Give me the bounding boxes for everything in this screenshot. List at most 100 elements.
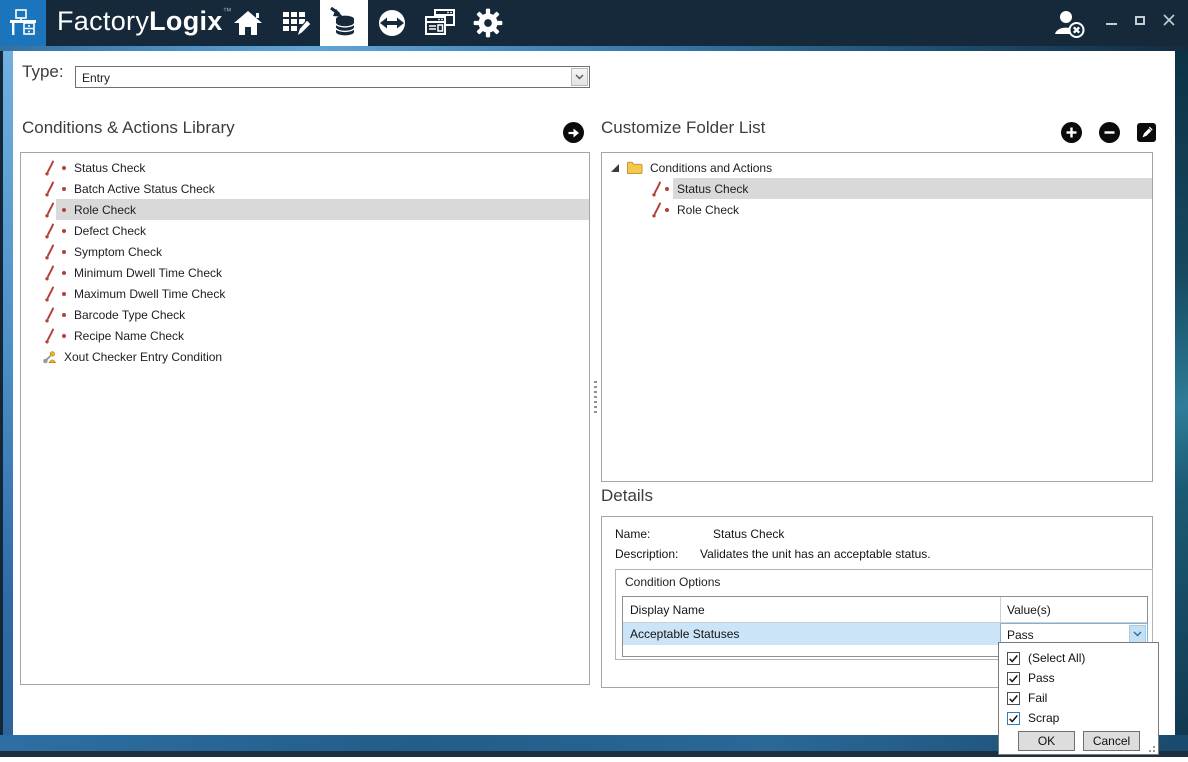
main-content: Type: Entry Conditions & Actions Library… [13, 51, 1175, 735]
list-item[interactable]: Recipe Name Check [21, 325, 589, 346]
main-nav [224, 0, 512, 46]
list-item-selected[interactable]: Role Check [21, 199, 589, 220]
description-value: Validates the unit has an acceptable sta… [700, 547, 931, 561]
bullet-icon [62, 271, 66, 275]
value-multiselect-popup: (Select All) Pass Fail Scrap OK Cancel [998, 642, 1159, 755]
conditions-library-list: Status Check Batch Active Status Check R… [20, 152, 590, 685]
settings-gear-icon[interactable] [464, 0, 512, 46]
add-to-folder-arrow-button[interactable] [563, 122, 584, 143]
app-title: FactoryLogix™ [57, 6, 232, 37]
home-icon[interactable] [224, 0, 272, 46]
list-item-label: Role Check [74, 203, 136, 217]
value-combo-text: Pass [1007, 628, 1034, 642]
minimize-icon[interactable] [1105, 14, 1117, 26]
remove-folder-button[interactable] [1099, 122, 1120, 143]
condition-icon [43, 223, 56, 239]
list-item[interactable]: Symptom Check [21, 241, 589, 262]
list-item[interactable]: Status Check [21, 157, 589, 178]
option-label: Fail [1028, 691, 1047, 705]
list-item-label: Batch Active Status Check [74, 182, 215, 196]
condition-icon [43, 328, 56, 344]
custom-condition-icon [43, 349, 56, 365]
list-item[interactable]: Defect Check [21, 220, 589, 241]
ok-button[interactable]: OK [1018, 731, 1075, 751]
condition-icon [43, 202, 56, 218]
folder-icon [626, 161, 643, 175]
option-display-name: Acceptable Statuses [630, 627, 739, 641]
bullet-icon [62, 292, 66, 296]
bullet-icon [62, 208, 66, 212]
tree-node-label: Status Check [677, 182, 748, 196]
add-folder-button[interactable] [1061, 122, 1082, 143]
option-fail[interactable]: Fail [1007, 688, 1047, 708]
cancel-button[interactable]: Cancel [1083, 731, 1140, 751]
folder-panel-title: Customize Folder List [601, 118, 765, 138]
data-transfer-icon[interactable] [368, 0, 416, 46]
option-select-all[interactable]: (Select All) [1007, 648, 1085, 668]
condition-icon [43, 181, 56, 197]
chevron-down-icon[interactable] [571, 68, 588, 86]
list-item[interactable]: Minimum Dwell Time Check [21, 262, 589, 283]
bullet-icon [665, 208, 669, 212]
list-item-label: Recipe Name Check [74, 329, 184, 343]
tree-node[interactable]: Role Check [602, 199, 1152, 220]
list-item-label: Maximum Dwell Time Check [74, 287, 225, 301]
type-label: Type: [22, 62, 64, 82]
checkbox-checked-icon[interactable] [1007, 652, 1020, 665]
table-header: Display Name Value(s) [623, 597, 1147, 623]
panel-splitter-grip[interactable] [594, 381, 597, 414]
column-values: Value(s) [1007, 603, 1051, 617]
checkbox-checked-icon[interactable] [1007, 692, 1020, 705]
documents-icon[interactable] [416, 0, 464, 46]
tree-node-root[interactable]: Conditions and Actions [602, 157, 1152, 178]
option-scrap[interactable]: Scrap [1007, 708, 1059, 728]
checkbox-checked-icon[interactable] [1007, 672, 1020, 685]
details-panel-title: Details [601, 486, 653, 506]
edit-folder-button[interactable] [1137, 123, 1156, 142]
planning-grid-icon[interactable] [272, 0, 320, 46]
condition-icon [43, 244, 56, 260]
condition-options-title: Condition Options [625, 575, 720, 589]
list-item[interactable]: Xout Checker Entry Condition [21, 346, 589, 367]
condition-icon [650, 202, 663, 218]
folder-tree: Conditions and Actions Status Check Role… [601, 152, 1153, 482]
bullet-icon [62, 229, 66, 233]
list-item-label: Minimum Dwell Time Check [74, 266, 222, 280]
list-item-label: Status Check [74, 161, 145, 175]
list-item[interactable]: Barcode Type Check [21, 304, 589, 325]
bullet-icon [62, 334, 66, 338]
bullet-icon [62, 313, 66, 317]
option-label: Scrap [1028, 711, 1059, 725]
library-panel-title: Conditions & Actions Library [22, 118, 235, 138]
name-label: Name: [615, 527, 650, 541]
maximize-icon[interactable] [1134, 14, 1146, 26]
list-item-label: Xout Checker Entry Condition [64, 350, 222, 364]
window-frame-right [1175, 51, 1188, 735]
condition-icon [650, 181, 663, 197]
column-divider [1000, 597, 1001, 623]
bullet-icon [62, 166, 66, 170]
user-logout-icon[interactable] [1052, 8, 1090, 40]
option-pass[interactable]: Pass [1007, 668, 1055, 688]
type-select-value: Entry [82, 71, 110, 85]
conditions-library-icon[interactable] [320, 0, 368, 46]
list-item-label: Defect Check [74, 224, 146, 238]
bullet-icon [665, 187, 669, 191]
option-label: Pass [1028, 671, 1055, 685]
chevron-down-icon[interactable] [1129, 625, 1146, 643]
type-select[interactable]: Entry [75, 66, 590, 88]
tree-node-selected[interactable]: Status Check [602, 178, 1152, 199]
tree-node-label: Role Check [677, 203, 739, 217]
checkbox-checked-focused-icon[interactable] [1007, 712, 1020, 725]
resize-grip[interactable] [1148, 745, 1155, 752]
expander-icon[interactable] [610, 163, 620, 173]
column-display-name: Display Name [630, 603, 705, 617]
list-item[interactable]: Maximum Dwell Time Check [21, 283, 589, 304]
list-item[interactable]: Batch Active Status Check [21, 178, 589, 199]
window-frame-left [0, 51, 13, 735]
close-icon[interactable] [1163, 14, 1175, 26]
bullet-icon [62, 250, 66, 254]
name-value: Status Check [713, 527, 784, 541]
list-item-label: Symptom Check [74, 245, 162, 259]
list-item-label: Barcode Type Check [74, 308, 185, 322]
